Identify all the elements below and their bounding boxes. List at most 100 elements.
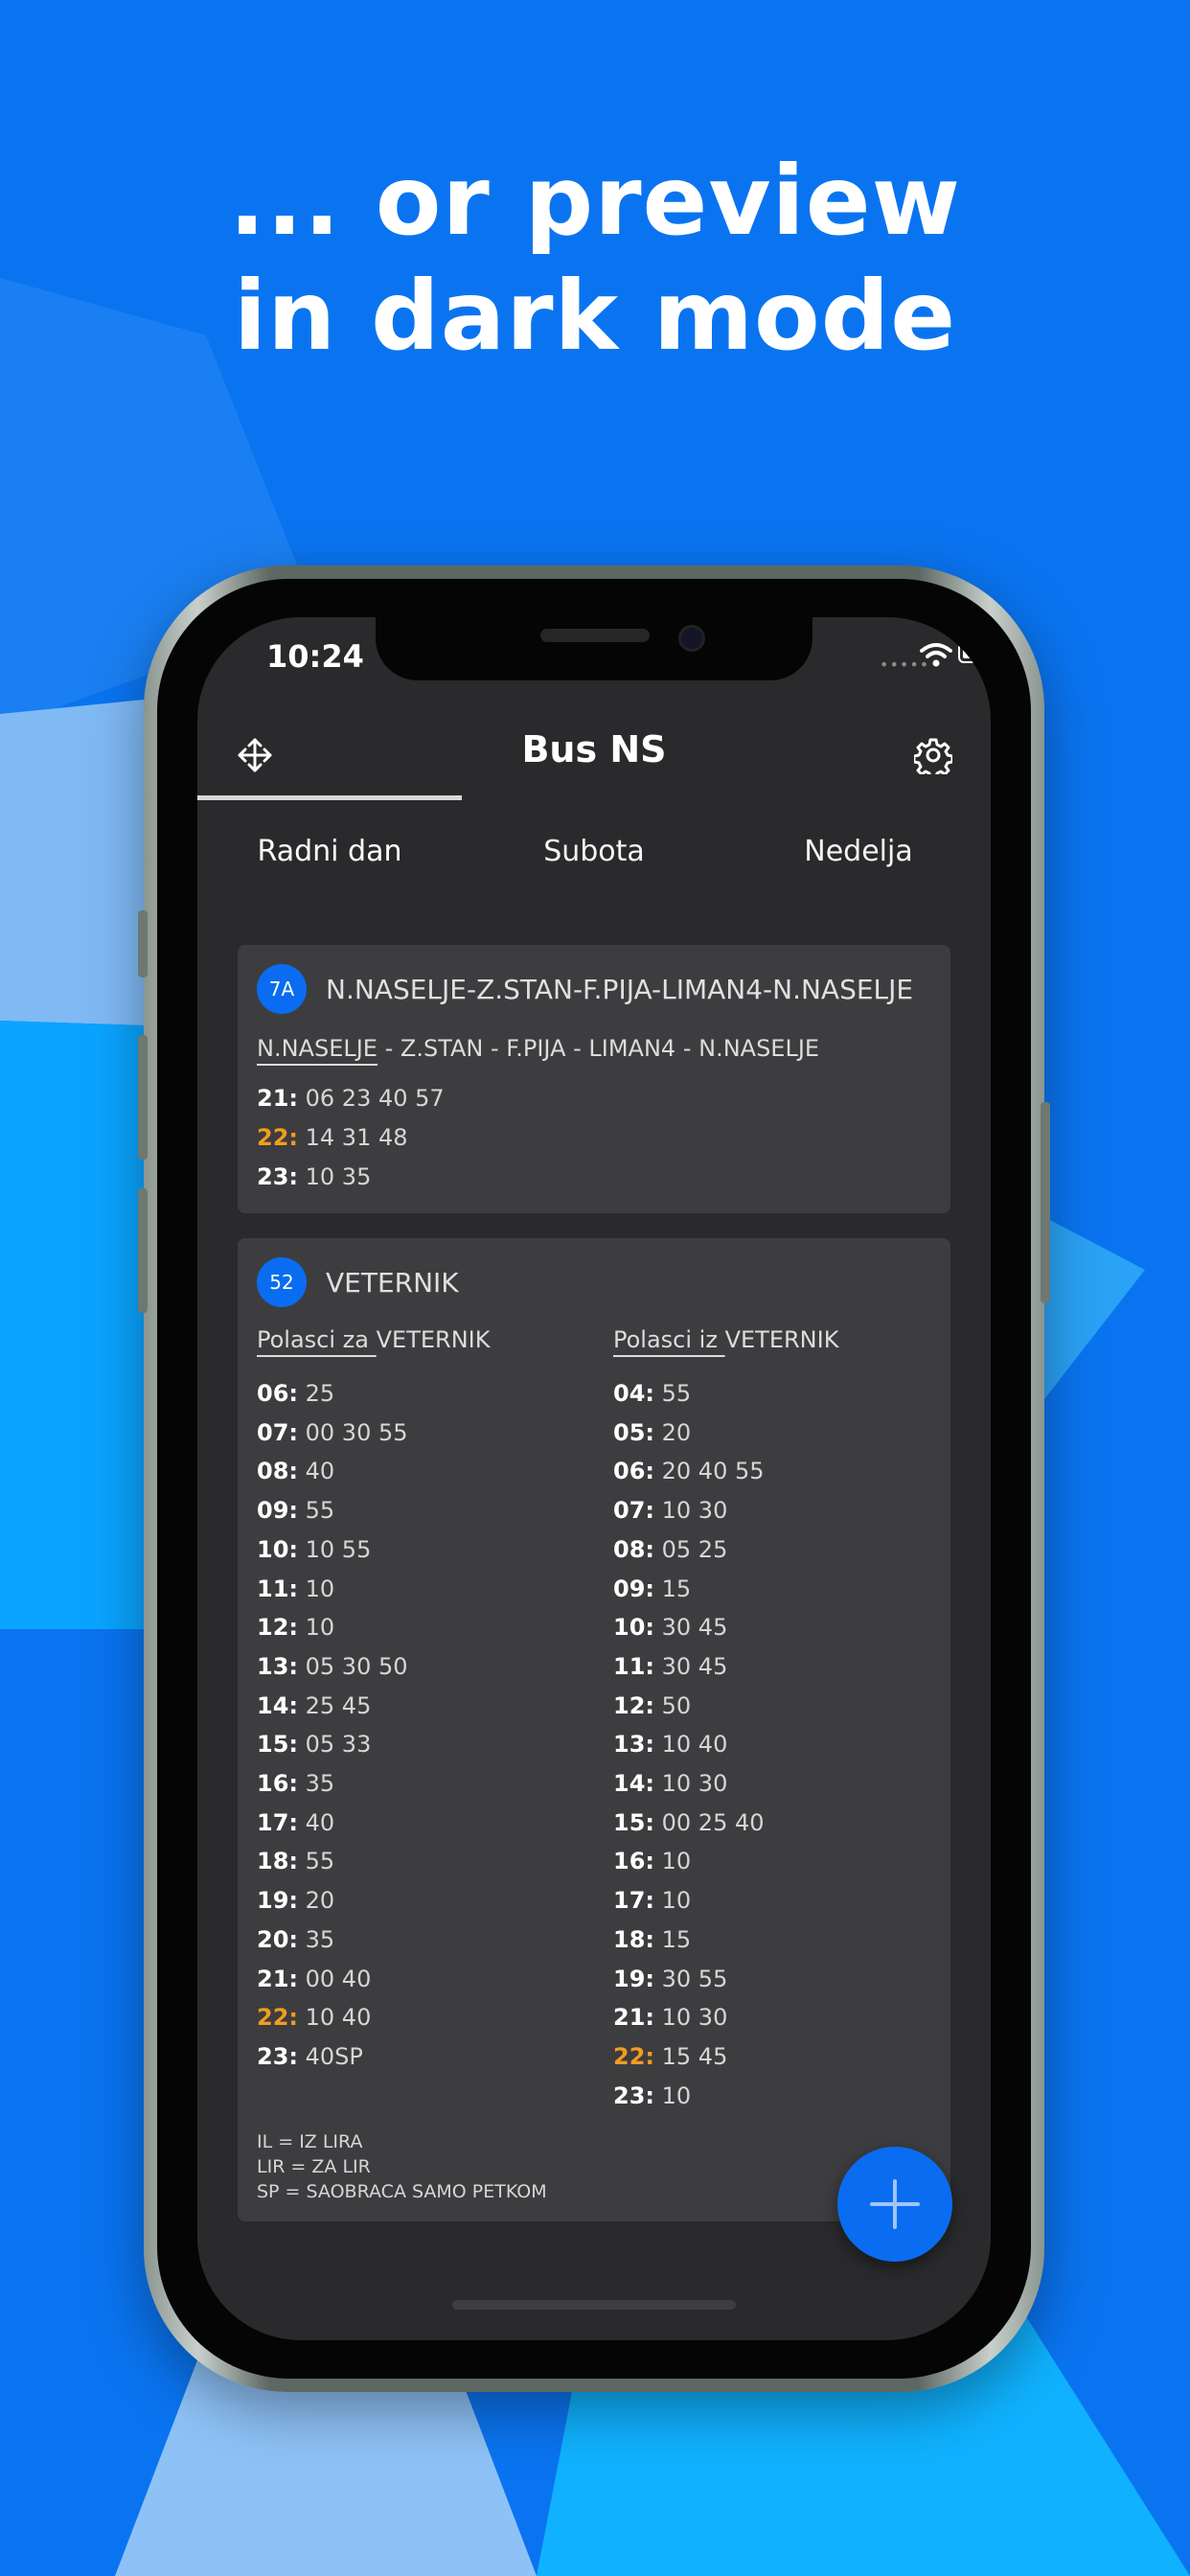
departure-row: 10: 30 45: [613, 1614, 727, 1641]
departure-row: 23: 40SP: [257, 2043, 363, 2070]
add-route-button[interactable]: [837, 2147, 952, 2262]
departure-hour: 13:: [257, 1652, 298, 1680]
departure-minutes: 55: [305, 1497, 335, 1525]
departure-hour: 08:: [257, 1458, 298, 1485]
departure-hour: 07:: [613, 1497, 654, 1525]
departure-minutes: 15: [661, 1575, 692, 1602]
departure-row: 04: 55: [613, 1380, 691, 1407]
battery-level: [963, 647, 980, 658]
departure-row: 16: 10: [613, 1848, 691, 1874]
departure-minutes: 10 35: [305, 1163, 372, 1190]
departure-row: 10: 10 55: [257, 1536, 371, 1563]
departure-minutes: 14 31 48: [305, 1124, 408, 1151]
departure-minutes: 10 40: [661, 1731, 728, 1759]
column-header-from-dest: VETERNIK: [724, 1326, 839, 1353]
departure-hour: 09:: [613, 1575, 654, 1602]
departure-minutes: 50: [661, 1691, 692, 1719]
app-bar: Bus NS: [197, 703, 991, 799]
route-badge: 7A: [257, 964, 307, 1014]
departure-minutes: 35: [305, 1770, 335, 1797]
departure-row: 17: 40: [257, 1809, 334, 1836]
departure-minutes: 30 45: [661, 1652, 728, 1680]
departure-minutes: 20 40 55: [661, 1458, 765, 1485]
departure-hour: 17:: [257, 1808, 298, 1836]
departure-hour: 16:: [613, 1848, 654, 1875]
departure-row: 14: 25 45: [257, 1692, 371, 1719]
bg-shape-left-cyan: [0, 1021, 144, 1629]
departure-minutes: 06 23 40 57: [305, 1085, 445, 1112]
departure-hour: 10:: [613, 1614, 654, 1642]
column-header-to-prefix: Polasci za: [257, 1326, 377, 1353]
battery-icon: [958, 642, 991, 663]
departure-hour: 07:: [257, 1418, 298, 1446]
departure-hour: 09:: [257, 1497, 298, 1525]
tab-subota[interactable]: Subota: [462, 799, 726, 901]
route-title: VETERNIK: [326, 1267, 459, 1299]
departure-hour: 10:: [257, 1535, 298, 1563]
legend: IL = IZ LIRA LIR = ZA LIR SP = SAOBRACA …: [257, 2129, 547, 2204]
notch: [376, 617, 812, 680]
departure-row: 23: 10: [613, 2082, 691, 2109]
departure-minutes: 35: [305, 1925, 335, 1953]
wifi-icon: [920, 643, 952, 667]
departure-row: 11: 10: [257, 1576, 334, 1602]
departure-minutes: 25: [305, 1380, 335, 1407]
departure-minutes: 00 30 55: [305, 1418, 408, 1446]
departure-row: 12: 50: [613, 1692, 691, 1719]
departure-row: 19: 20: [257, 1887, 334, 1914]
departure-row: 21: 00 40: [257, 1966, 371, 1992]
departure-minutes: 00 40: [305, 1965, 372, 1992]
volume-down-button: [138, 1188, 148, 1313]
departure-hour: 22:: [257, 1124, 298, 1151]
departure-row: 13: 10 40: [613, 1731, 727, 1758]
departure-minutes: 30 55: [661, 1965, 728, 1992]
departure-minutes: 40SP: [305, 2042, 363, 2070]
timetable-list[interactable]: 7A N.NASELJE-Z.STAN-F.PIJA-LIMAN4-N.NASE…: [197, 905, 991, 2340]
departure-hour: 21:: [257, 1965, 298, 1992]
departure-hour: 23:: [257, 1163, 298, 1190]
plus-icon: [870, 2179, 920, 2229]
departure-hour: 12:: [613, 1691, 654, 1719]
headline-line-2: in dark mode: [233, 260, 957, 372]
departure-minutes: 05 30 50: [305, 1652, 408, 1680]
tab-radni-dan[interactable]: Radni dan: [197, 799, 462, 901]
departure-row: 07: 00 30 55: [257, 1419, 408, 1446]
departure-minutes: 05 33: [305, 1731, 372, 1759]
route-card-7a[interactable]: 7A N.NASELJE-Z.STAN-F.PIJA-LIMAN4-N.NASE…: [238, 945, 950, 1213]
departure-hour: 05:: [613, 1418, 654, 1446]
departure-minutes: 00 25 40: [661, 1808, 765, 1836]
departure-hour: 06:: [257, 1380, 298, 1407]
departure-hour: 23:: [613, 2082, 654, 2109]
departure-minutes: 05 25: [661, 1535, 728, 1563]
departure-row: 06: 20 40 55: [613, 1458, 765, 1484]
departure-row: 11: 30 45: [613, 1653, 727, 1680]
departure-row: 22: 14 31 48: [257, 1124, 408, 1151]
departure-hour: 23:: [257, 2042, 298, 2070]
departure-hour: 12:: [257, 1614, 298, 1642]
departure-hour: 19:: [613, 1965, 654, 1992]
departure-minutes: 40: [305, 1458, 335, 1485]
departure-minutes: 10 30: [661, 1497, 728, 1525]
departure-hour: 18:: [613, 1925, 654, 1953]
departure-row: 19: 30 55: [613, 1966, 727, 1992]
departure-row: 08: 05 25: [613, 1536, 727, 1563]
headline-line-1: ... or preview: [229, 145, 961, 257]
route-stops-rest: - Z.STAN - F.PIJA - LIMAN4 - N.NASELJE: [377, 1035, 820, 1062]
route-title: N.NASELJE-Z.STAN-F.PIJA-LIMAN4-N.NASELJE: [326, 974, 914, 1005]
volume-up-button: [138, 1035, 148, 1160]
departure-row: 05: 20: [613, 1419, 691, 1446]
departure-row: 21: 06 23 40 57: [257, 1085, 445, 1112]
gear-icon[interactable]: [914, 736, 952, 774]
departure-row: 23: 10 35: [257, 1163, 371, 1190]
departure-row: 20: 35: [257, 1926, 334, 1953]
departure-minutes: 10 30: [661, 1770, 728, 1797]
departure-minutes: 10 40: [305, 2004, 372, 2032]
column-header-from: Polasci iz VETERNIK: [613, 1326, 838, 1353]
departure-minutes: 30 45: [661, 1614, 728, 1642]
legend-item: LIR = ZA LIR: [257, 2156, 371, 2177]
departure-hour: 20:: [257, 1925, 298, 1953]
route-card-52[interactable]: 52 VETERNIK Polasci za VETERNIK Polasci …: [238, 1238, 950, 2221]
departure-hour: 15:: [613, 1808, 654, 1836]
departure-hour: 14:: [613, 1770, 654, 1797]
tab-nedelja[interactable]: Nedelja: [726, 799, 991, 901]
